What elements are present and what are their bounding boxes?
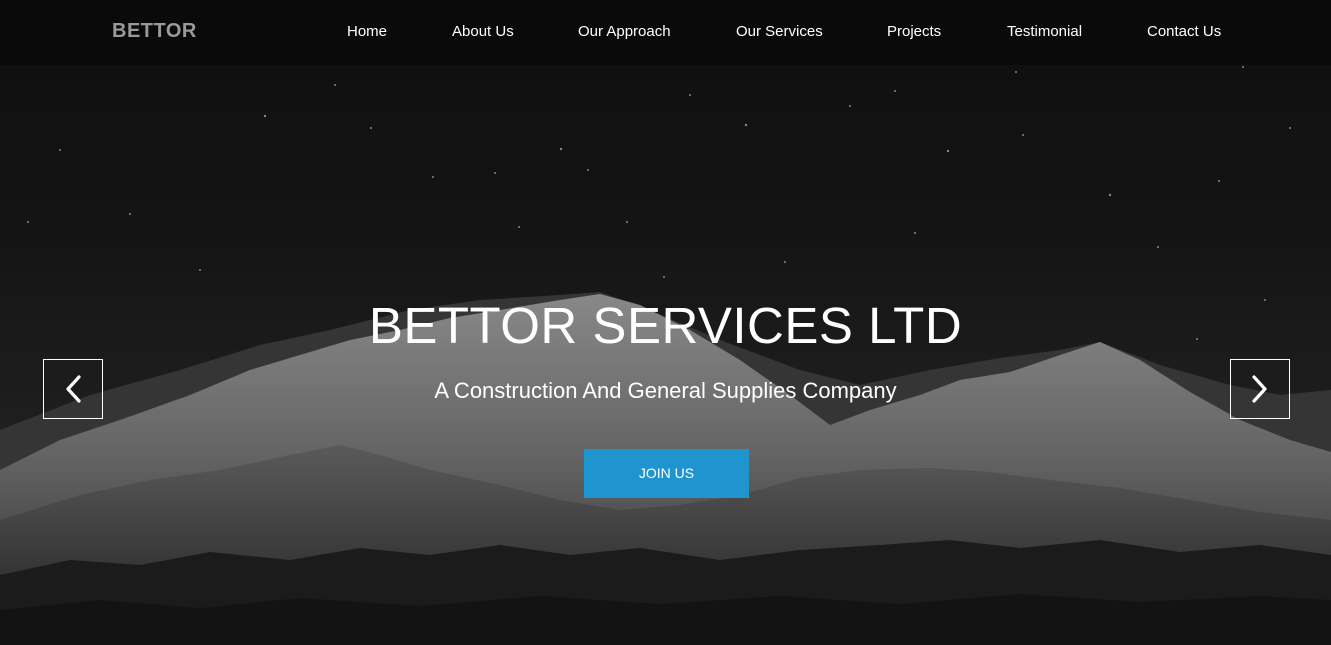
nav-link-about-us[interactable]: About Us <box>452 23 514 40</box>
hero-title: BETTOR SERVICES LTD <box>368 297 963 354</box>
hero-slider: BETTOR Home About Us Our Approach Our Se… <box>0 0 1331 645</box>
join-us-button[interactable]: JOIN US <box>584 449 749 498</box>
nav-link-home[interactable]: Home <box>347 23 387 40</box>
brand-logo[interactable]: BETTOR <box>112 20 197 43</box>
nav-link-contact-us[interactable]: Contact Us <box>1147 23 1221 40</box>
hero-subtitle: A Construction And General Supplies Comp… <box>434 378 897 403</box>
top-navbar: BETTOR Home About Us Our Approach Our Se… <box>0 0 1331 65</box>
nav-link-testimonial[interactable]: Testimonial <box>1007 23 1082 40</box>
nav-link-our-services[interactable]: Our Services <box>736 23 823 40</box>
nav-link-our-approach[interactable]: Our Approach <box>578 23 671 40</box>
nav-link-projects[interactable]: Projects <box>887 23 941 40</box>
